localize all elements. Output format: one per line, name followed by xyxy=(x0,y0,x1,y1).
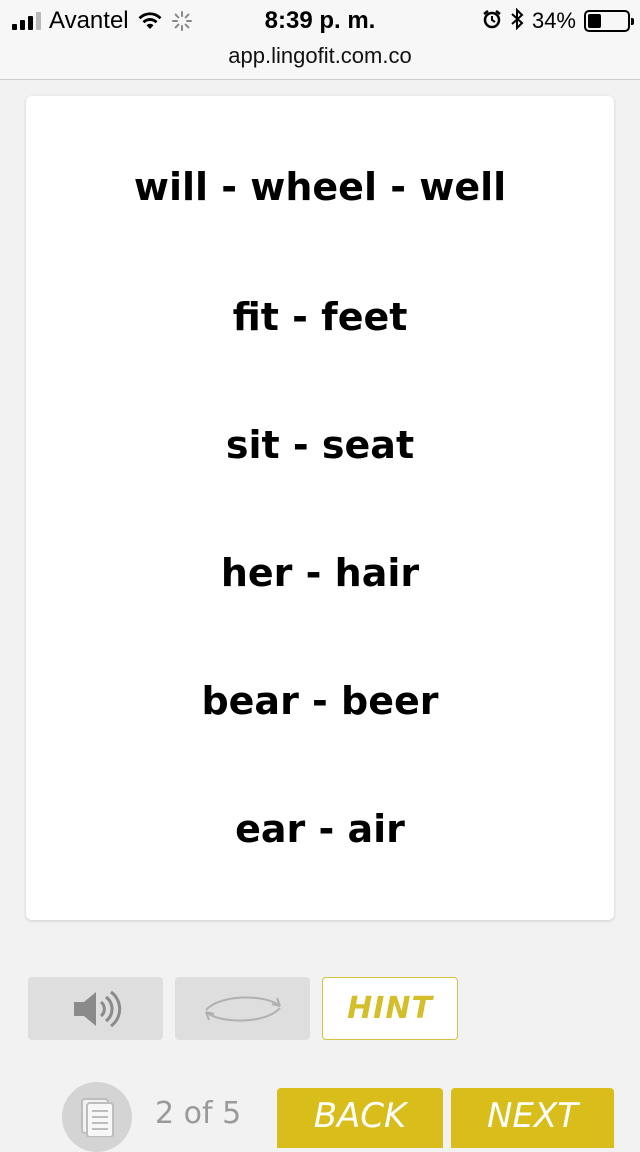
play-audio-button[interactable] xyxy=(28,977,163,1040)
next-button[interactable]: NEXT xyxy=(451,1088,614,1148)
hint-button[interactable]: HINT xyxy=(322,977,458,1040)
word-pair-line: will - wheel - well xyxy=(133,165,507,209)
back-button[interactable]: BACK xyxy=(277,1088,443,1148)
status-right: 34% xyxy=(482,6,634,36)
page-counter: 2 of 5 xyxy=(155,1096,242,1131)
speaker-icon xyxy=(73,990,121,1027)
bluetooth-icon xyxy=(510,7,524,35)
word-pair-line: fit - feet xyxy=(232,295,408,339)
footer-nav: 2 of 5 BACK NEXT xyxy=(0,1082,640,1152)
address-bar-url[interactable]: app.lingofit.com.co xyxy=(0,42,640,70)
battery-percent: 34% xyxy=(531,8,576,33)
card-controls: HINT xyxy=(28,977,458,1041)
status-bar: Avantel 8:39 p. m. 34% app.lingofit.com.… xyxy=(0,0,640,80)
battery-fill xyxy=(588,14,601,28)
flip-card-button[interactable] xyxy=(175,977,310,1040)
word-pair-line: sit - seat xyxy=(225,423,415,467)
flip-arrows-icon xyxy=(204,996,281,1021)
page-list-button[interactable] xyxy=(62,1082,132,1152)
word-pair-line: her - hair xyxy=(220,551,420,595)
battery-icon xyxy=(584,10,634,32)
word-pair-line: ear - air xyxy=(235,807,405,851)
document-icon xyxy=(81,1098,114,1137)
flashcard: will - wheel - well fit - feet sit - sea… xyxy=(26,96,614,920)
alarm-icon xyxy=(482,9,502,34)
word-pair-line: bear - beer xyxy=(201,679,439,723)
